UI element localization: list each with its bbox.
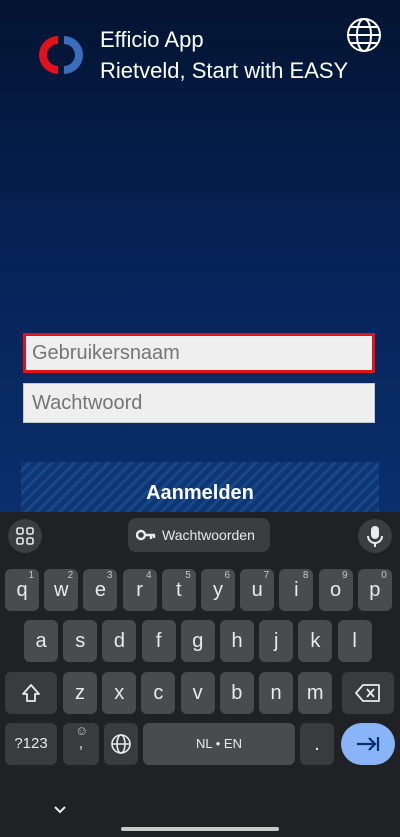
microphone-icon[interactable]: [358, 519, 392, 553]
key-v[interactable]: v: [180, 672, 215, 714]
shift-key[interactable]: [5, 672, 57, 714]
login-button[interactable]: Aanmelden: [21, 462, 379, 512]
enter-key[interactable]: [341, 723, 395, 765]
app-name: Efficio App: [100, 27, 204, 52]
key-w[interactable]: w2: [44, 569, 79, 611]
key-number-hint: 4: [146, 570, 152, 581]
key-j[interactable]: j: [259, 620, 294, 662]
shift-icon: [22, 684, 40, 702]
backspace-key[interactable]: [342, 672, 394, 714]
period-key[interactable]: .: [300, 723, 334, 765]
key-z[interactable]: z: [63, 672, 97, 714]
key-l[interactable]: l: [337, 620, 372, 662]
key-s[interactable]: s: [63, 620, 98, 662]
app-screen: Efficio App Rietveld, Start with EASY Aa…: [0, 0, 400, 512]
passwords-suggestion[interactable]: Wachtwoorden: [128, 518, 270, 552]
key-i[interactable]: i8: [279, 569, 314, 611]
next-arrow-icon: [357, 737, 380, 751]
language-key[interactable]: [104, 723, 138, 765]
key-g[interactable]: g: [180, 620, 215, 662]
key-u[interactable]: u7: [240, 569, 275, 611]
key-number-hint: 1: [28, 570, 34, 581]
key-m[interactable]: m: [298, 672, 333, 714]
key-h[interactable]: h: [220, 620, 254, 662]
username-input[interactable]: [23, 333, 375, 373]
efficio-logo: [39, 36, 83, 74]
key-number-hint: 7: [263, 570, 270, 581]
apps-grid-icon[interactable]: [8, 519, 42, 553]
key-o[interactable]: o9: [318, 569, 353, 611]
emoji-comma-key[interactable]: ☺ ,: [63, 723, 99, 765]
key-q[interactable]: q1: [5, 569, 39, 611]
key-number-hint: 2: [67, 570, 74, 581]
key-number-hint: 0: [381, 570, 387, 581]
app-title: Efficio App Rietveld, Start with EASY: [100, 24, 348, 86]
app-subtitle: Rietveld, Start with EASY: [100, 58, 349, 83]
key-a[interactable]: a: [24, 620, 58, 662]
key-number-hint: 3: [106, 570, 113, 581]
globe-icon: [111, 734, 131, 754]
key-f[interactable]: f: [141, 620, 176, 662]
keyboard: Wachtwoorden ?123 ☺ , NL • EN . q 1 w 2 …: [0, 512, 400, 837]
key-r[interactable]: r4: [122, 569, 157, 611]
key-number-hint: 6: [224, 570, 230, 581]
key-t[interactable]: t5: [161, 569, 196, 611]
chevron-down-icon[interactable]: [52, 802, 68, 818]
key-e[interactable]: e3: [83, 569, 118, 611]
key-y[interactable]: y6: [201, 569, 235, 611]
password-input[interactable]: [23, 383, 375, 423]
key-number-hint: 5: [185, 570, 191, 581]
emoji-icon: ☺: [75, 723, 89, 738]
passwords-label: Wachtwoorden: [162, 527, 255, 543]
symbols-key[interactable]: ?123: [5, 723, 57, 765]
key-d[interactable]: d: [102, 620, 137, 662]
key-x[interactable]: x: [102, 672, 137, 714]
suggestion-bar: Wachtwoorden: [0, 512, 400, 558]
globe-icon[interactable]: [346, 17, 382, 53]
gesture-bar[interactable]: [121, 827, 279, 831]
backspace-icon: [355, 684, 380, 702]
key-number-hint: 9: [342, 570, 348, 581]
key-number-hint: 8: [302, 570, 309, 581]
space-key[interactable]: NL • EN: [143, 723, 295, 765]
key-icon: [136, 529, 156, 541]
key-c[interactable]: c: [141, 672, 176, 714]
key-b[interactable]: b: [219, 672, 254, 714]
key-k[interactable]: k: [298, 620, 333, 662]
key-n[interactable]: n: [259, 672, 293, 714]
key-p[interactable]: p0: [357, 569, 392, 611]
